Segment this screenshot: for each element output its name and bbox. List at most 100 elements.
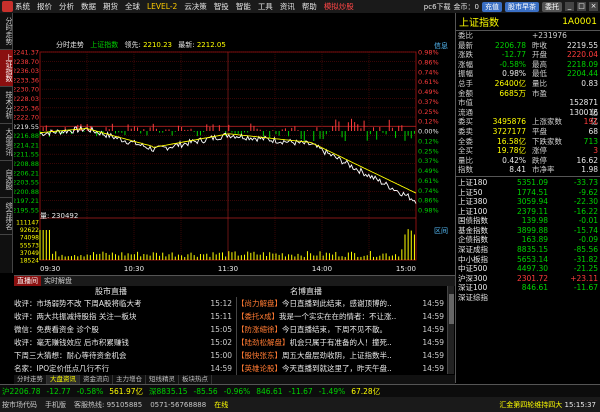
menu-item-smart-invest[interactable]: 智投 — [214, 0, 229, 13]
vtab-ranking[interactable]: 综合排名 — [0, 198, 13, 235]
price-tick: 2225.36 — [14, 104, 39, 112]
news-item[interactable]: 收评：毫无赚钱效应 后市积累赚钱 15:02 — [14, 336, 234, 349]
status-mobile[interactable]: 手机版 — [45, 400, 66, 410]
vtab-market-news[interactable]: 大盘资讯 — [0, 124, 13, 161]
minimize-icon[interactable]: _ — [565, 2, 574, 11]
menu-item-global[interactable]: 全球 — [125, 0, 140, 13]
menu-item-system[interactable]: 系统 — [15, 0, 30, 13]
price-tick: 2230.70 — [14, 86, 39, 94]
index-row-change: -11.67 — [573, 283, 598, 293]
btab-main-increase[interactable]: 主力增仓 — [113, 375, 146, 384]
app-logo-icon — [2, 1, 13, 12]
news-item[interactable]: 【委托x成】 我是一个实实在在的情者：不让涨.. 14:59 — [237, 310, 446, 323]
quote-label-2: 昨收 — [532, 40, 547, 50]
tab-live-commentary[interactable]: 实时解盘 — [41, 276, 75, 286]
index-name: 上证指数 — [459, 18, 499, 29]
download-link[interactable]: pc6下载 — [424, 2, 451, 12]
index-row[interactable]: 中小板指 5653.14 -31.82 — [456, 255, 600, 265]
quote-label-2: +231976 — [532, 31, 567, 40]
menu-item-simulated-trading[interactable]: 模拟炒股 — [324, 0, 354, 13]
index-row-change: +23.11 — [570, 273, 598, 283]
news-item[interactable]: 【尚力解盘】 今日直播到此结束，感谢顶博的.. 14:59 — [237, 297, 446, 310]
time-tick: 15:00 — [396, 265, 416, 273]
btab-sector-hot[interactable]: 板块热点 — [179, 375, 212, 384]
news-item-title: 我是一个实实在在的情者：不让涨.. — [278, 312, 397, 321]
menu-item-cloud[interactable]: 云决策 — [184, 0, 207, 13]
recharge-button[interactable]: 充值 — [482, 1, 502, 12]
quote-value: 19.78亿 — [497, 146, 526, 156]
news-item[interactable]: 【防涨缩徐】 今日直播结束，下周不见不散。 14:59 — [237, 323, 446, 336]
menu-item-help[interactable]: 帮助 — [302, 0, 317, 13]
menu-item-tools[interactable]: 工具 — [258, 0, 273, 13]
status-market-code[interactable]: 按市场代码 — [2, 400, 37, 410]
vtab-watchlist[interactable]: 自选股 — [0, 161, 13, 198]
quote-label: 涨幅 — [458, 59, 473, 69]
pct-tick: 0.25% — [418, 108, 439, 116]
vtab-intraday[interactable]: 分时走势 — [0, 13, 13, 50]
news-item[interactable]: 【陆劲松解盘】 机会只属于有准备的人！撞死.. 14:59 — [237, 336, 446, 349]
pct-tick: 0.61% — [418, 78, 439, 86]
news-item[interactable]: 下周三大猜想：耐心等待资金机会 15:00 — [14, 349, 234, 362]
index-row[interactable]: 上证180 5351.09 -33.73 — [456, 178, 600, 188]
index-row[interactable]: 深证综指 — [456, 293, 600, 303]
menu-item-analysis[interactable]: 分析 — [59, 0, 74, 13]
quote-value: 0.98% — [502, 69, 526, 79]
scrollbar-thumb[interactable] — [449, 294, 454, 324]
btab-market-news[interactable]: 大盘资讯 — [47, 375, 80, 384]
menu-item-data[interactable]: 数据 — [81, 0, 96, 13]
btab-fund-flow[interactable]: 资金流向 — [80, 375, 113, 384]
menu-item-smart[interactable]: 智能 — [236, 0, 251, 13]
volume-tick: 111147 — [16, 220, 39, 227]
time-axis: 09:30 10:30 11:30 14:00 15:00 — [40, 265, 416, 273]
menu-item-level2[interactable]: LEVEL-2 — [147, 0, 177, 13]
tab-live-room[interactable]: 直播间 — [14, 276, 41, 286]
index-row[interactable]: 深证成指 8835.15 -85.56 — [456, 245, 600, 255]
news-item-time: 14:59 — [422, 364, 444, 373]
quote-rows: 委比 +231976 最新 2206.78 昨收 2219.55 涨跌 -12.77 开盘 222… — [456, 31, 600, 175]
morning-tea-button[interactable]: 股市早茶 — [505, 1, 539, 12]
news-scrollbar[interactable] — [447, 286, 454, 374]
index-row[interactable]: 国债指数 139.98 -0.01 — [456, 216, 600, 226]
index-row-name: 企债指数 — [458, 235, 488, 245]
btab-intraday[interactable]: 分时走势 — [14, 375, 47, 384]
index-row-change: -21.25 — [573, 264, 598, 274]
index-row-name: 上证50 — [458, 187, 483, 197]
index-row[interactable]: 上证100 2379.11 -16.22 — [456, 207, 600, 217]
index-row[interactable]: 深证100 846.61 -11.67 — [456, 283, 600, 293]
quote-value-2 — [562, 31, 598, 41]
index-row-price: 139.98 — [521, 216, 548, 226]
news-item[interactable]: 收评：两大共振减持股指 关注一板块 15:11 — [14, 310, 234, 323]
news-item-tag: 【委托x成】 — [237, 312, 279, 321]
order-button[interactable]: 委托 — [542, 1, 562, 12]
vtab-tech-analysis[interactable]: 技术分析 — [0, 87, 13, 124]
vtab-sse-index[interactable]: 上证指数 — [0, 50, 13, 87]
status-news[interactable]: 汇金第四轮维持四大 — [499, 401, 562, 409]
range-button[interactable]: 区间 — [434, 226, 448, 236]
quote-value-2: 3 — [593, 146, 598, 156]
news-item[interactable]: 【股快张东】 周五大盘层劲收阴，上证指数半.. 14:59 — [237, 349, 446, 362]
index-row-price: 163.89 — [521, 235, 548, 245]
intraday-chart[interactable]: 2241.372238.702236.032233.36 2230.702228.… — [14, 40, 448, 274]
index-row[interactable]: 上证50 1774.51 -9.62 — [456, 188, 600, 198]
news-item[interactable]: 微信：免费看资金 诊个股 15:05 — [14, 323, 234, 336]
index-row[interactable]: 沪深300 2301.72 +23.11 — [456, 274, 600, 284]
btab-short-term[interactable]: 短线精灵 — [146, 375, 179, 384]
index-row[interactable]: 上证380 3059.94 -22.30 — [456, 197, 600, 207]
quote-label-2: 涨停 — [532, 146, 547, 156]
maximize-icon[interactable]: □ — [577, 2, 586, 11]
quote-value-2: 2204.44 — [566, 69, 598, 79]
ticker-value: -12.77 — [46, 386, 71, 396]
news-item[interactable]: 【英雄论股】 今天直播到就这里了，昨天午盘.. 14:59 — [237, 362, 446, 375]
news-item[interactable]: 收评：市场弱势不改 下周A股将临大考 15:12 — [14, 297, 234, 310]
menu-item-quote[interactable]: 报价 — [37, 0, 52, 13]
quote-row: 全买 19.78亿 涨停 3 — [456, 146, 600, 156]
news-item[interactable]: 名家：IPO定价低点几行不行 14:59 — [14, 362, 234, 375]
menu-item-futures[interactable]: 期货 — [103, 0, 118, 13]
index-row[interactable]: 企债指数 163.89 -0.09 — [456, 235, 600, 245]
menu-item-info[interactable]: 资讯 — [280, 0, 295, 13]
index-row-change: -22.30 — [573, 197, 598, 207]
index-row-name: 深证综指 — [458, 293, 488, 303]
close-icon[interactable]: × — [589, 2, 598, 11]
index-row[interactable]: 中证500 4497.30 -21.25 — [456, 264, 600, 274]
price-tick: 2228.03 — [14, 95, 39, 103]
